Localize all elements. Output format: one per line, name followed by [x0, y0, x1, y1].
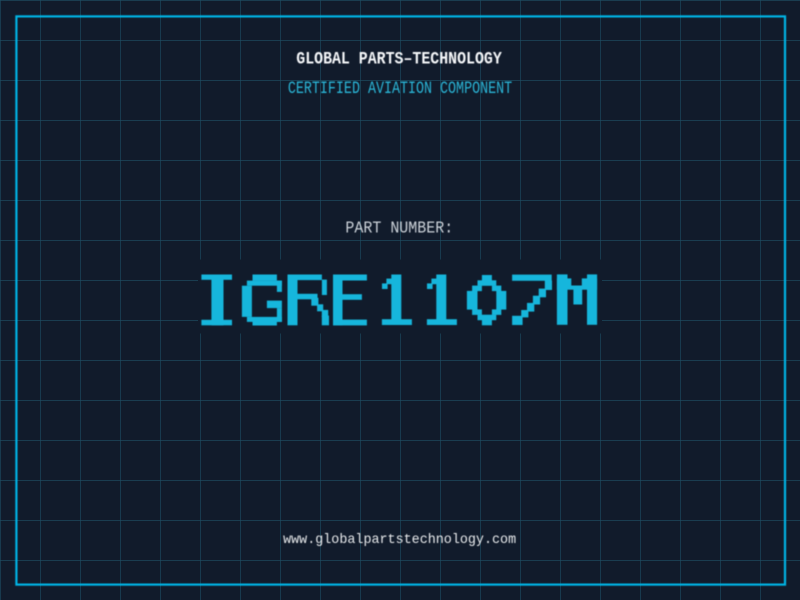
- svg-text:CERTIFIED AVIATION COMPONENT: CERTIFIED AVIATION COMPONENT: [288, 79, 512, 99]
- svg-text:PART NUMBER:: PART NUMBER:: [345, 219, 453, 238]
- svg-text:GLOBAL PARTS–TECHNOLOGY: GLOBAL PARTS–TECHNOLOGY: [296, 49, 502, 68]
- svg-text:www.globalpartstechnology.com: www.globalpartstechnology.com: [283, 532, 516, 548]
